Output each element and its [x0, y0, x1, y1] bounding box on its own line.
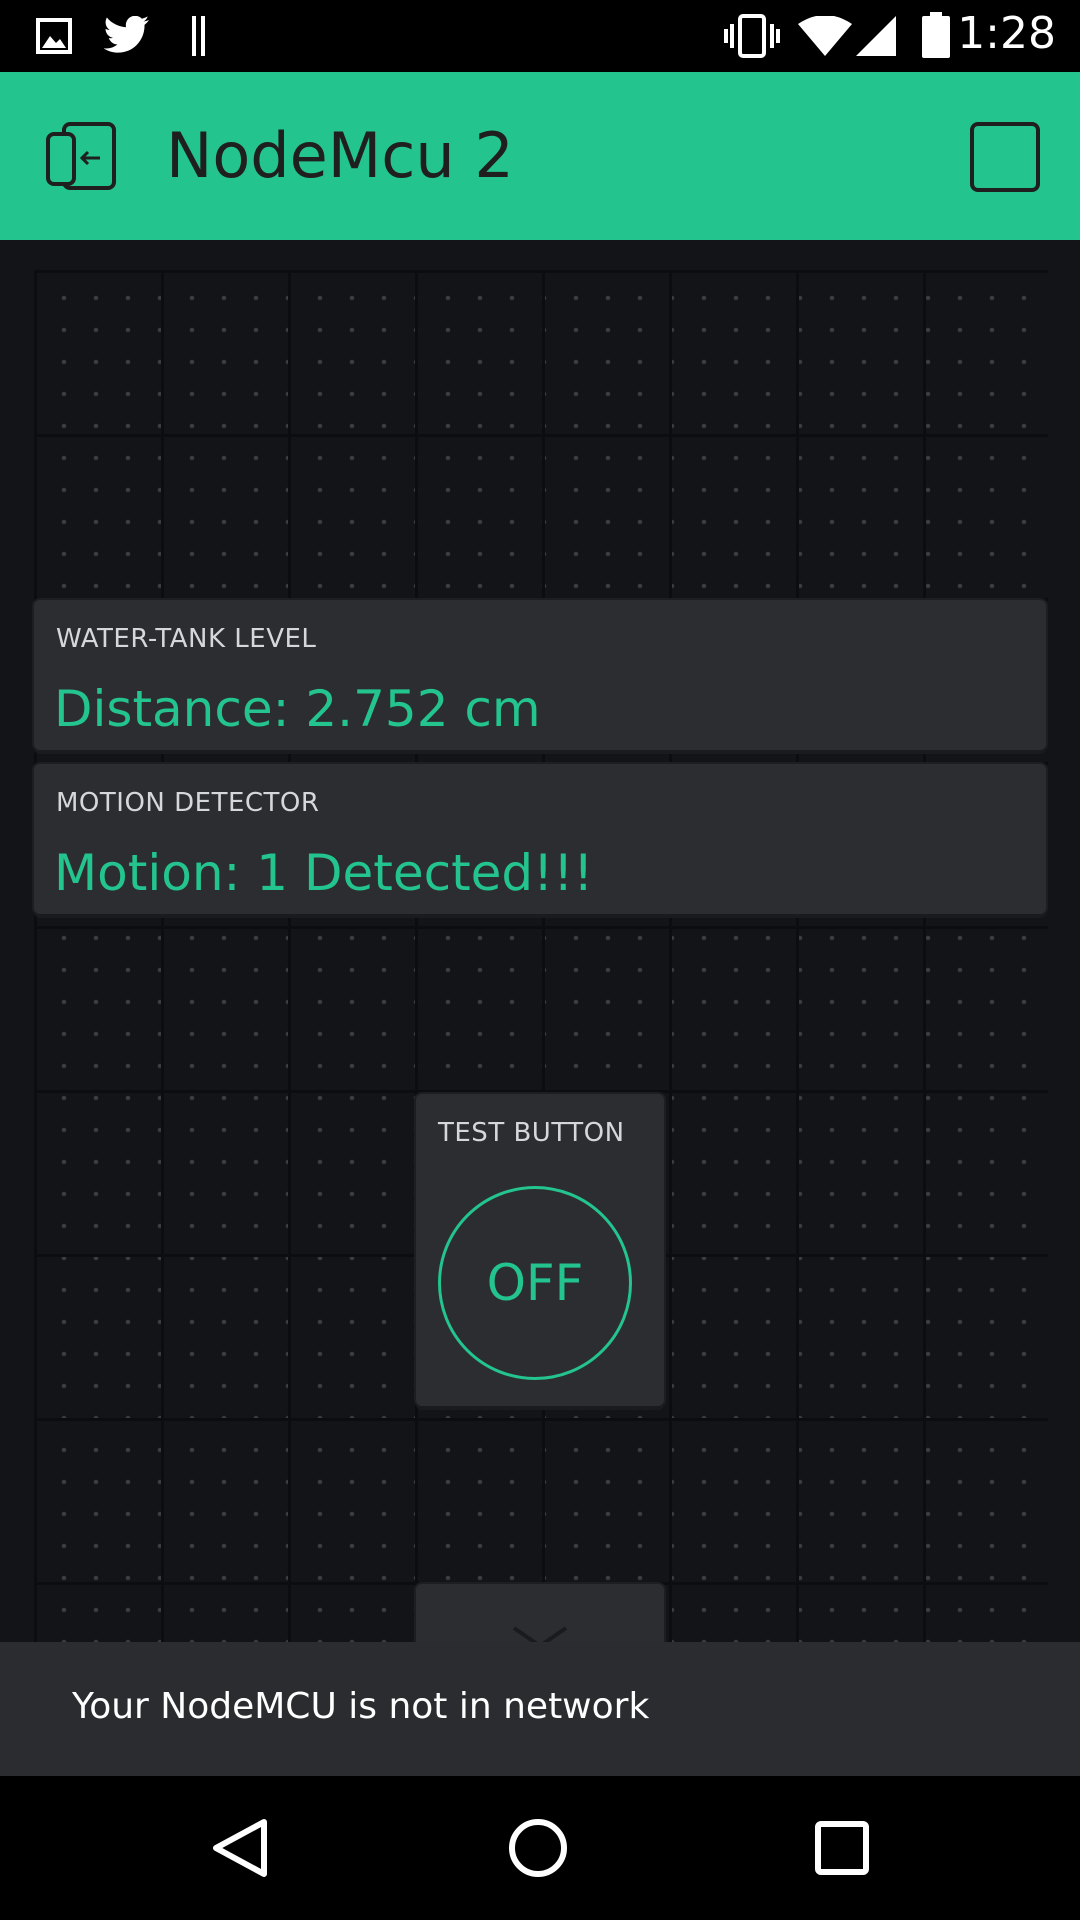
vibrate-icon: [724, 14, 780, 58]
widget-label: MOTION DETECTOR: [56, 788, 320, 818]
recents-icon[interactable]: [812, 1818, 872, 1878]
image-icon: [36, 18, 72, 54]
navigation-bar: [0, 1776, 1080, 1920]
dashboard-canvas: WATER-TANK LEVEL Distance: 2.752 cm MOTI…: [0, 240, 1080, 1642]
signal-icon: [856, 16, 896, 56]
toggle-button[interactable]: OFF: [438, 1186, 632, 1380]
widget-value: Motion: 1 Detected!!!: [54, 844, 594, 902]
status-bar: 1:28: [0, 0, 1080, 72]
battery-icon: [922, 12, 950, 58]
page-title: NodeMcu 2: [166, 119, 514, 192]
widget-label: TEST BUTTON: [438, 1118, 625, 1148]
chevron-down-icon: [512, 1626, 568, 1642]
motion-detector-widget[interactable]: MOTION DETECTOR Motion: 1 Detected!!!: [34, 764, 1046, 914]
back-icon[interactable]: [210, 1818, 270, 1878]
stop-icon[interactable]: [970, 122, 1040, 192]
snackbar: Your NodeMCU is not in network: [0, 1642, 1080, 1776]
water-tank-widget[interactable]: WATER-TANK LEVEL Distance: 2.752 cm: [34, 600, 1046, 750]
exit-icon[interactable]: [46, 120, 120, 194]
status-time: 1:28: [957, 8, 1056, 59]
wifi-icon: [798, 16, 852, 56]
widget-value: Distance: 2.752 cm: [54, 680, 541, 738]
twitter-icon: [104, 16, 149, 53]
test-button-widget[interactable]: TEST BUTTON OFF: [416, 1094, 664, 1406]
grid-background: [34, 270, 1048, 1642]
partial-widget[interactable]: [416, 1584, 664, 1642]
app-bar: NodeMcu 2: [0, 72, 1080, 240]
home-icon[interactable]: [508, 1818, 568, 1878]
widget-label: WATER-TANK LEVEL: [56, 624, 317, 654]
snackbar-message: Your NodeMCU is not in network: [72, 1686, 650, 1727]
pause-icon: [192, 16, 205, 56]
